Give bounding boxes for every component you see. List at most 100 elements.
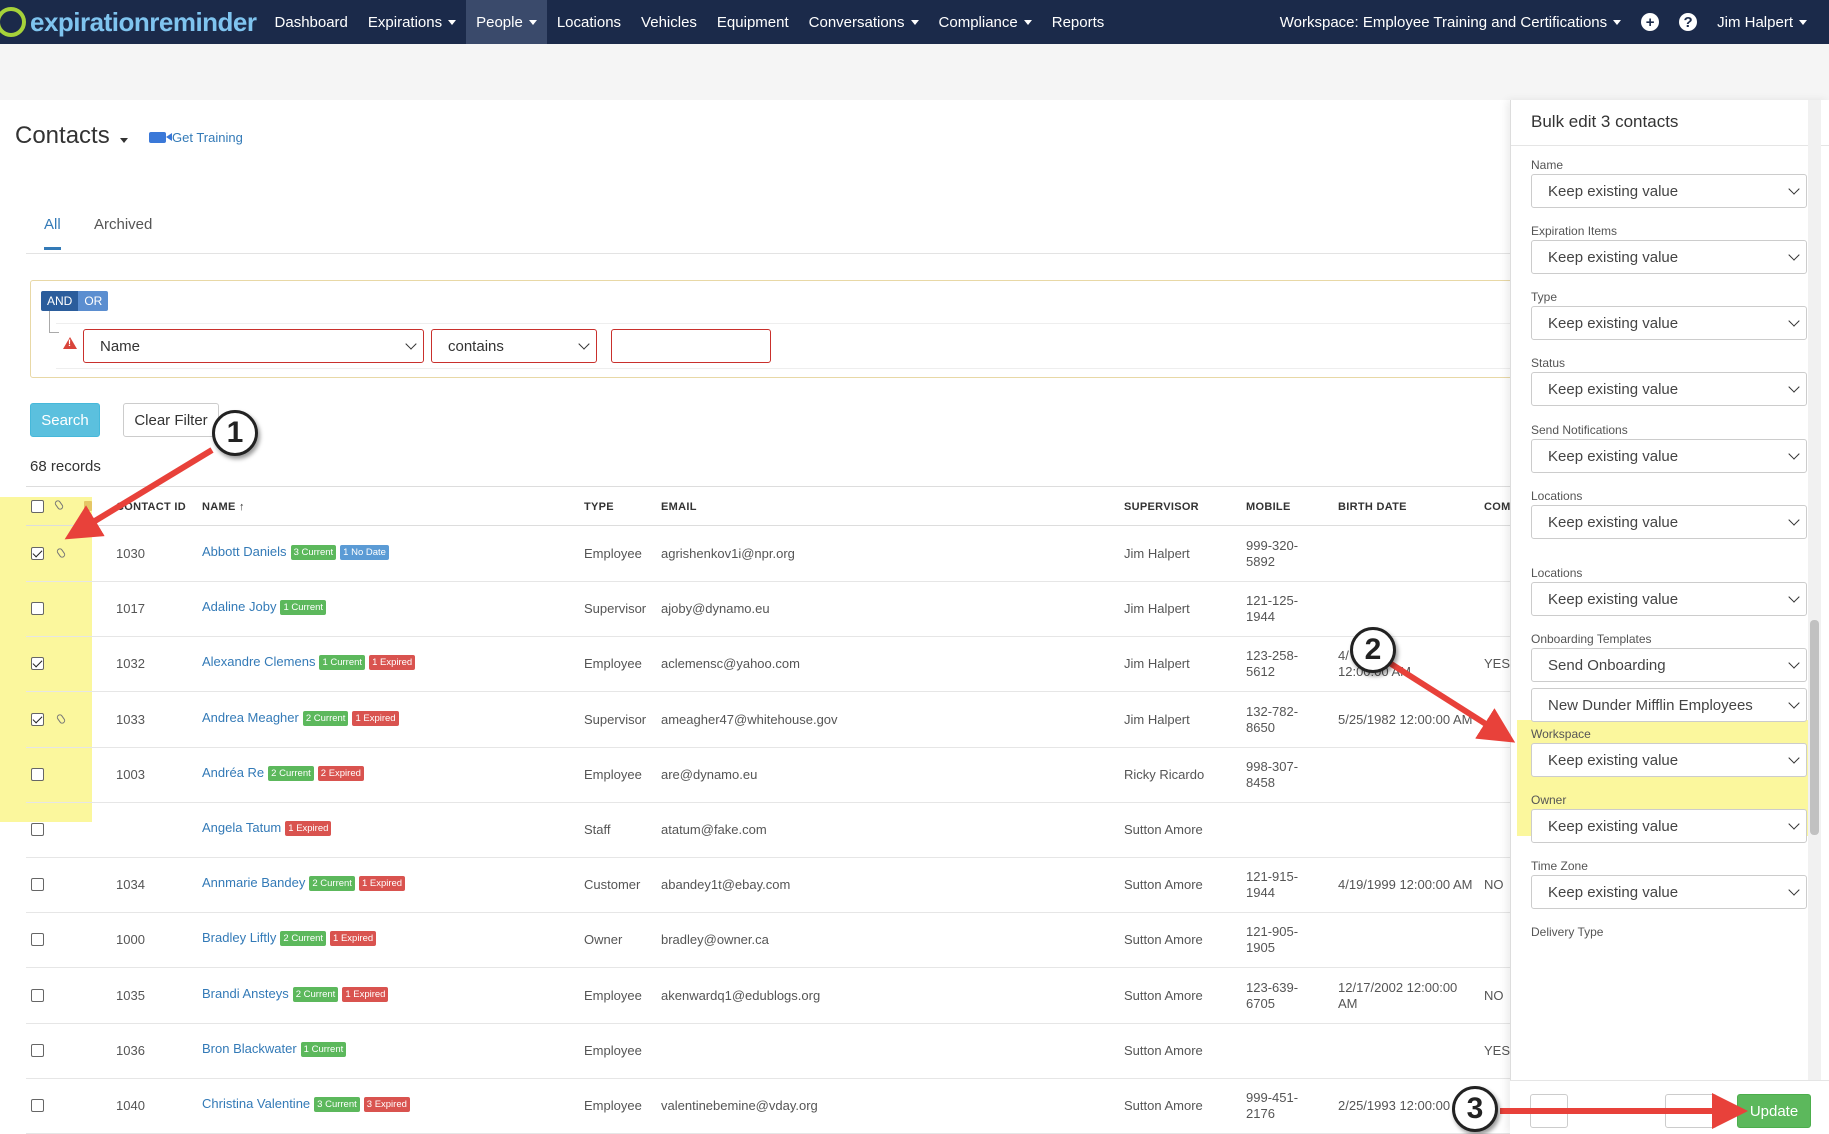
nav-item-expirations[interactable]: Expirations bbox=[358, 0, 466, 44]
status-badge[interactable]: 1 Expired bbox=[342, 986, 389, 1002]
clear-filter-button[interactable]: Clear Filter bbox=[123, 403, 219, 437]
nav-item-people[interactable]: People bbox=[466, 0, 547, 44]
table-row[interactable]: Angela Tatum 1 Expired Staff atatum@fake.co… bbox=[26, 803, 1516, 858]
footer-secondary-button[interactable] bbox=[1530, 1094, 1568, 1128]
contact-name-link[interactable]: Annmarie Bandey bbox=[202, 875, 305, 890]
nav-item-conversations[interactable]: Conversations bbox=[799, 0, 929, 44]
table-row[interactable]: 1035 Brandi Ansteys 2 Current 1 Expired Empl… bbox=[26, 969, 1516, 1024]
row-checkbox[interactable] bbox=[31, 602, 44, 616]
filter-operator-select[interactable]: contains bbox=[431, 329, 597, 363]
nav-item-compliance[interactable]: Compliance bbox=[929, 0, 1042, 44]
select-all-checkbox[interactable] bbox=[31, 500, 44, 513]
bulk-field-select[interactable]: Keep existing value bbox=[1531, 809, 1807, 843]
table-row[interactable]: 1034 Annmarie Bandey 2 Current 1 Expired Cus… bbox=[26, 858, 1516, 914]
bulk-field-select[interactable]: Keep existing value bbox=[1531, 372, 1807, 406]
and-button[interactable]: AND bbox=[41, 291, 79, 311]
bulk-field-select[interactable]: Keep existing value bbox=[1531, 439, 1807, 473]
table-row[interactable]: 1032 Alexandre Clemens 1 Current 1 Expired E… bbox=[26, 637, 1516, 693]
row-checkbox[interactable] bbox=[31, 823, 44, 836]
status-badge[interactable]: 2 Current bbox=[292, 986, 339, 1002]
bulk-field-select[interactable]: Keep existing value bbox=[1531, 240, 1807, 274]
status-badge[interactable]: 1 No Date bbox=[340, 545, 389, 561]
panel-scrollbar[interactable] bbox=[1808, 100, 1821, 1080]
brand-logo[interactable]: expirationreminder bbox=[0, 0, 257, 44]
bulk-field-select[interactable]: Keep existing value bbox=[1531, 875, 1807, 909]
bulk-field-select[interactable]: Keep existing value bbox=[1531, 505, 1807, 539]
onboarding-template-select[interactable]: New Dunder Mifflin Employees bbox=[1531, 688, 1807, 722]
row-checkbox[interactable] bbox=[31, 1099, 44, 1112]
user-menu[interactable]: Jim Halpert bbox=[1707, 0, 1817, 44]
cancel-button[interactable] bbox=[1665, 1094, 1717, 1128]
add-icon[interactable]: + bbox=[1641, 13, 1660, 31]
table-row[interactable]: 1030 Abbott Daniels 3 Current 1 No Date Empl… bbox=[26, 527, 1516, 582]
col-mobile[interactable]: MOBILE bbox=[1246, 501, 1291, 513]
panel-scrollbar-thumb[interactable] bbox=[1810, 620, 1819, 835]
bulk-field-select[interactable]: Send Onboarding bbox=[1531, 648, 1807, 682]
update-button[interactable]: Update bbox=[1737, 1094, 1811, 1128]
search-button[interactable]: Search bbox=[30, 403, 100, 437]
row-checkbox[interactable] bbox=[31, 712, 44, 726]
col-email[interactable]: EMAIL bbox=[661, 501, 697, 513]
col-supervisor[interactable]: SUPERVISOR bbox=[1124, 501, 1199, 513]
nav-item-locations[interactable]: Locations bbox=[547, 0, 631, 44]
col-name[interactable]: NAME ↑ bbox=[202, 501, 245, 513]
status-badge[interactable]: 1 Current bbox=[300, 1041, 347, 1057]
contact-name-link[interactable]: Andrea Meagher bbox=[202, 710, 299, 725]
contact-name-link[interactable]: Bron Blackwater bbox=[202, 1041, 297, 1056]
filter-value-input[interactable] bbox=[611, 329, 771, 363]
table-row[interactable]: 1017 Adaline Joby 1 Current Supervisor ajoby… bbox=[26, 582, 1516, 638]
get-training-link[interactable]: Get Training bbox=[149, 130, 243, 145]
row-checkbox[interactable] bbox=[31, 988, 44, 1002]
bulk-field-select[interactable]: Keep existing value bbox=[1531, 582, 1807, 616]
status-badge[interactable]: 3 Current bbox=[314, 1097, 360, 1113]
table-row[interactable]: 1000 Bradley Liftly 2 Current 1 Expired Owne… bbox=[26, 913, 1516, 969]
nav-item-vehicles[interactable]: Vehicles bbox=[631, 0, 707, 44]
row-checkbox[interactable] bbox=[31, 767, 44, 781]
bulk-field-select[interactable]: Keep existing value bbox=[1531, 743, 1807, 777]
row-checkbox[interactable] bbox=[31, 1043, 44, 1057]
attachment-icon[interactable] bbox=[55, 547, 67, 559]
status-badge[interactable]: 1 Current bbox=[280, 600, 327, 616]
row-checkbox[interactable] bbox=[31, 933, 44, 947]
status-badge[interactable]: 2 Current bbox=[302, 710, 349, 726]
col-contact-id[interactable]: CONTACT ID bbox=[116, 501, 186, 513]
row-checkbox[interactable] bbox=[31, 878, 44, 892]
table-row[interactable]: 1040 Christina Valentine 3 Current 3 Expire… bbox=[26, 1079, 1516, 1134]
status-badge[interactable]: 1 Expired bbox=[352, 710, 399, 726]
contact-name-link[interactable]: Alexandre Clemens bbox=[202, 654, 315, 669]
row-checkbox[interactable] bbox=[31, 657, 44, 671]
contact-name-link[interactable]: Abbott Daniels bbox=[202, 544, 287, 559]
status-badge[interactable]: 1 Current bbox=[319, 655, 366, 671]
row-checkbox[interactable] bbox=[31, 547, 44, 560]
status-badge[interactable]: 3 Expired bbox=[363, 1097, 410, 1113]
attachment-icon[interactable] bbox=[55, 712, 67, 725]
contact-name-link[interactable]: Angela Tatum bbox=[202, 820, 281, 835]
status-badge[interactable]: 3 Current bbox=[290, 545, 337, 561]
or-button[interactable]: OR bbox=[78, 291, 109, 311]
status-badge[interactable]: 2 Current bbox=[268, 765, 314, 781]
contact-name-link[interactable]: Andréa Re bbox=[202, 765, 264, 780]
contact-name-link[interactable]: Christina Valentine bbox=[202, 1096, 310, 1111]
table-row[interactable]: 1036 Bron Blackwater 1 Current Employee Sutt… bbox=[26, 1024, 1516, 1079]
bulk-field-select[interactable]: Keep existing value bbox=[1531, 174, 1807, 208]
filter-field-select[interactable]: Name bbox=[83, 329, 424, 363]
contact-name-link[interactable]: Adaline Joby bbox=[202, 599, 276, 614]
table-row[interactable]: 1033 Andrea Meagher 2 Current 1 Expired Supe… bbox=[26, 693, 1516, 748]
status-badge[interactable]: 1 Expired bbox=[285, 821, 332, 837]
tab-archived[interactable]: Archived bbox=[94, 216, 152, 247]
nav-item-reports[interactable]: Reports bbox=[1042, 0, 1115, 44]
help-icon[interactable]: ? bbox=[1679, 13, 1698, 31]
workspace-selector[interactable]: Workspace: Employee Training and Certifi… bbox=[1270, 0, 1631, 44]
nav-item-dashboard[interactable]: Dashboard bbox=[265, 0, 358, 44]
tab-all[interactable]: All bbox=[44, 216, 61, 250]
status-badge[interactable]: 1 Expired bbox=[358, 876, 406, 892]
status-badge[interactable]: 2 Current bbox=[280, 931, 327, 947]
bulk-field-select[interactable]: Keep existing value bbox=[1531, 306, 1807, 340]
col-type[interactable]: TYPE bbox=[584, 501, 614, 513]
title-dropdown-caret-icon[interactable] bbox=[120, 138, 128, 143]
status-badge[interactable]: 2 Expired bbox=[317, 765, 364, 781]
status-badge[interactable]: 1 Expired bbox=[369, 655, 416, 671]
contact-name-link[interactable]: Bradley Liftly bbox=[202, 930, 276, 945]
status-badge[interactable]: 1 Expired bbox=[330, 931, 377, 947]
table-row[interactable]: 1003 Andréa Re 2 Current 2 Expired Employee a… bbox=[26, 748, 1516, 803]
